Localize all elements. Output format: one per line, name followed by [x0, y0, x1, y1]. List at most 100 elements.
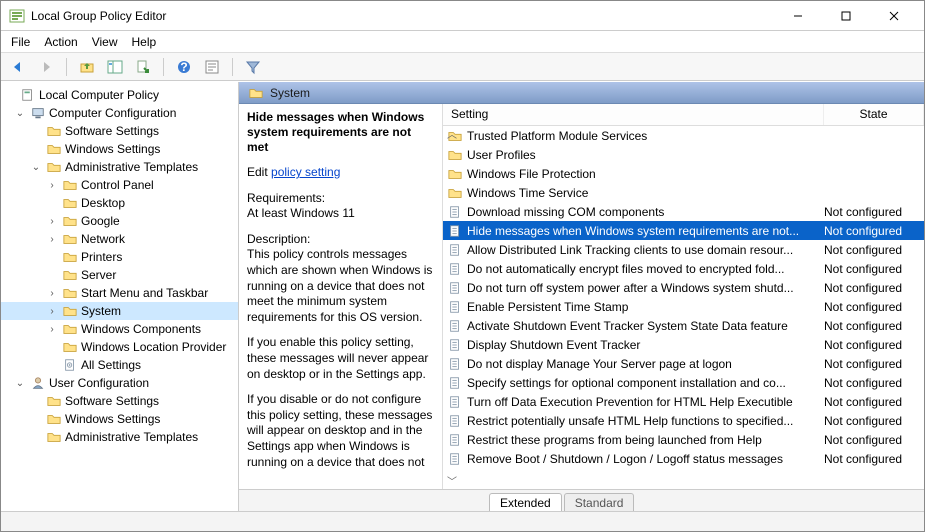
tree-item[interactable]: All Settings — [1, 356, 238, 374]
setting-row[interactable]: Hide messages when Windows system requir… — [443, 221, 924, 240]
setting-row[interactable]: Windows File Protection — [443, 164, 924, 183]
policy-item-icon — [447, 357, 463, 371]
setting-row[interactable]: Trusted Platform Module Services — [443, 126, 924, 145]
tree-item[interactable]: Server — [1, 266, 238, 284]
pane-header: System — [239, 82, 924, 104]
navigation-tree[interactable]: Local Computer Policy ⌄ Computer Configu… — [1, 82, 239, 511]
menu-view[interactable]: View — [92, 35, 118, 49]
setting-name: Specify settings for optional component … — [467, 376, 824, 390]
tree-user-config[interactable]: ⌄ User Configuration — [1, 374, 238, 392]
setting-row[interactable]: Specify settings for optional component … — [443, 373, 924, 392]
setting-state: Not configured — [824, 376, 924, 390]
setting-row[interactable]: Download missing COM componentsNot confi… — [443, 202, 924, 221]
help-button[interactable]: ? — [173, 56, 195, 78]
folder-icon — [46, 142, 62, 156]
tree-item[interactable]: Windows Settings — [1, 140, 238, 158]
edit-policy-link[interactable]: policy setting — [271, 165, 340, 179]
setting-row[interactable]: Restrict potentially unsafe HTML Help fu… — [443, 411, 924, 430]
up-folder-button[interactable] — [76, 56, 98, 78]
setting-row[interactable]: Turn off Data Execution Prevention for H… — [443, 392, 924, 411]
tree-admin-templates[interactable]: ⌄ Administrative Templates — [1, 158, 238, 176]
close-button[interactable] — [872, 2, 916, 30]
folder-icon — [62, 196, 78, 210]
setting-row[interactable]: Display Shutdown Event TrackerNot config… — [443, 335, 924, 354]
tree-root[interactable]: Local Computer Policy — [1, 86, 238, 104]
tree-item[interactable]: ›Google — [1, 212, 238, 230]
properties-button[interactable] — [201, 56, 223, 78]
expand-icon[interactable]: › — [45, 234, 59, 245]
column-state[interactable]: State — [824, 104, 924, 125]
setting-row[interactable]: Remove Boot / Shutdown / Logon / Logoff … — [443, 449, 924, 468]
tree-computer-config[interactable]: ⌄ Computer Configuration — [1, 104, 238, 122]
tree-item[interactable]: Software Settings — [1, 122, 238, 140]
setting-name: Do not display Manage Your Server page a… — [467, 357, 824, 371]
tree-item[interactable]: Windows Settings — [1, 410, 238, 428]
tree-item[interactable]: Software Settings — [1, 392, 238, 410]
column-headers[interactable]: Setting State — [443, 104, 924, 126]
policy-title: Hide messages when Windows system requir… — [247, 110, 434, 155]
menu-help[interactable]: Help — [132, 35, 157, 49]
setting-row[interactable]: Restrict these programs from being launc… — [443, 430, 924, 449]
tree-item[interactable]: ›System — [1, 302, 238, 320]
setting-row[interactable]: Enable Persistent Time StampNot configur… — [443, 297, 924, 316]
forward-button[interactable] — [35, 56, 57, 78]
setting-state: Not configured — [824, 300, 924, 314]
expand-icon[interactable]: › — [45, 216, 59, 227]
collapse-icon[interactable]: ⌄ — [13, 108, 27, 119]
tab-extended[interactable]: Extended — [489, 493, 562, 511]
policy-item-icon — [447, 414, 463, 428]
show-hide-tree-button[interactable] — [104, 56, 126, 78]
tree-item[interactable]: Desktop — [1, 194, 238, 212]
tree-item[interactable]: Administrative Templates — [1, 428, 238, 446]
tree-item[interactable]: Printers — [1, 248, 238, 266]
expand-icon[interactable]: › — [45, 288, 59, 299]
policy-item-icon — [447, 224, 463, 238]
filter-button[interactable] — [242, 56, 264, 78]
setting-row[interactable]: Allow Distributed Link Tracking clients … — [443, 240, 924, 259]
policy-item-icon — [447, 300, 463, 314]
setting-row[interactable]: Windows Time Service — [443, 183, 924, 202]
policy-item-icon — [447, 319, 463, 333]
minimize-button[interactable] — [776, 2, 820, 30]
setting-name: Remove Boot / Shutdown / Logon / Logoff … — [467, 452, 824, 466]
export-list-button[interactable] — [132, 56, 154, 78]
tab-standard[interactable]: Standard — [564, 493, 635, 511]
scroll-down-icon[interactable]: ﹀ — [445, 473, 459, 487]
tree-item[interactable]: Windows Location Provider — [1, 338, 238, 356]
tree-item[interactable]: ›Start Menu and Taskbar — [1, 284, 238, 302]
column-setting[interactable]: Setting — [443, 104, 824, 125]
tree-label: Windows Components — [81, 322, 201, 336]
setting-name: Restrict potentially unsafe HTML Help fu… — [467, 414, 824, 428]
setting-row[interactable]: Do not automatically encrypt files moved… — [443, 259, 924, 278]
tree-item[interactable]: ›Control Panel — [1, 176, 238, 194]
policy-item-icon — [447, 338, 463, 352]
folder-icon — [62, 178, 78, 192]
setting-state: Not configured — [824, 357, 924, 371]
folder-icon — [62, 322, 78, 336]
setting-row[interactable]: Activate Shutdown Event Tracker System S… — [443, 316, 924, 335]
setting-name: Do not turn off system power after a Win… — [467, 281, 824, 295]
expand-icon[interactable]: › — [45, 180, 59, 191]
maximize-button[interactable] — [824, 2, 868, 30]
tree-label: Local Computer Policy — [39, 88, 159, 102]
user-icon — [30, 376, 46, 390]
tree-item[interactable]: › Windows Components — [1, 320, 238, 338]
settings-list[interactable]: Trusted Platform Module ServicesUser Pro… — [443, 126, 924, 489]
scroll-up-icon[interactable]: ︿ — [445, 126, 459, 140]
settings-list-panel: ︿ Setting State Trusted Platform Module … — [443, 104, 924, 489]
tree-label: Windows Location Provider — [81, 340, 226, 354]
setting-row[interactable]: User Profiles — [443, 145, 924, 164]
expand-icon[interactable]: › — [45, 306, 59, 317]
expand-icon[interactable]: › — [45, 324, 59, 335]
menu-action[interactable]: Action — [44, 35, 77, 49]
policy-item-icon — [447, 452, 463, 466]
pane-title: System — [270, 86, 310, 100]
setting-row[interactable]: Do not display Manage Your Server page a… — [443, 354, 924, 373]
toolbar-separator — [232, 58, 233, 76]
tree-item[interactable]: ›Network — [1, 230, 238, 248]
back-button[interactable] — [7, 56, 29, 78]
collapse-icon[interactable]: ⌄ — [13, 378, 27, 389]
menu-file[interactable]: File — [11, 35, 30, 49]
collapse-icon[interactable]: ⌄ — [29, 162, 43, 173]
setting-row[interactable]: Do not turn off system power after a Win… — [443, 278, 924, 297]
